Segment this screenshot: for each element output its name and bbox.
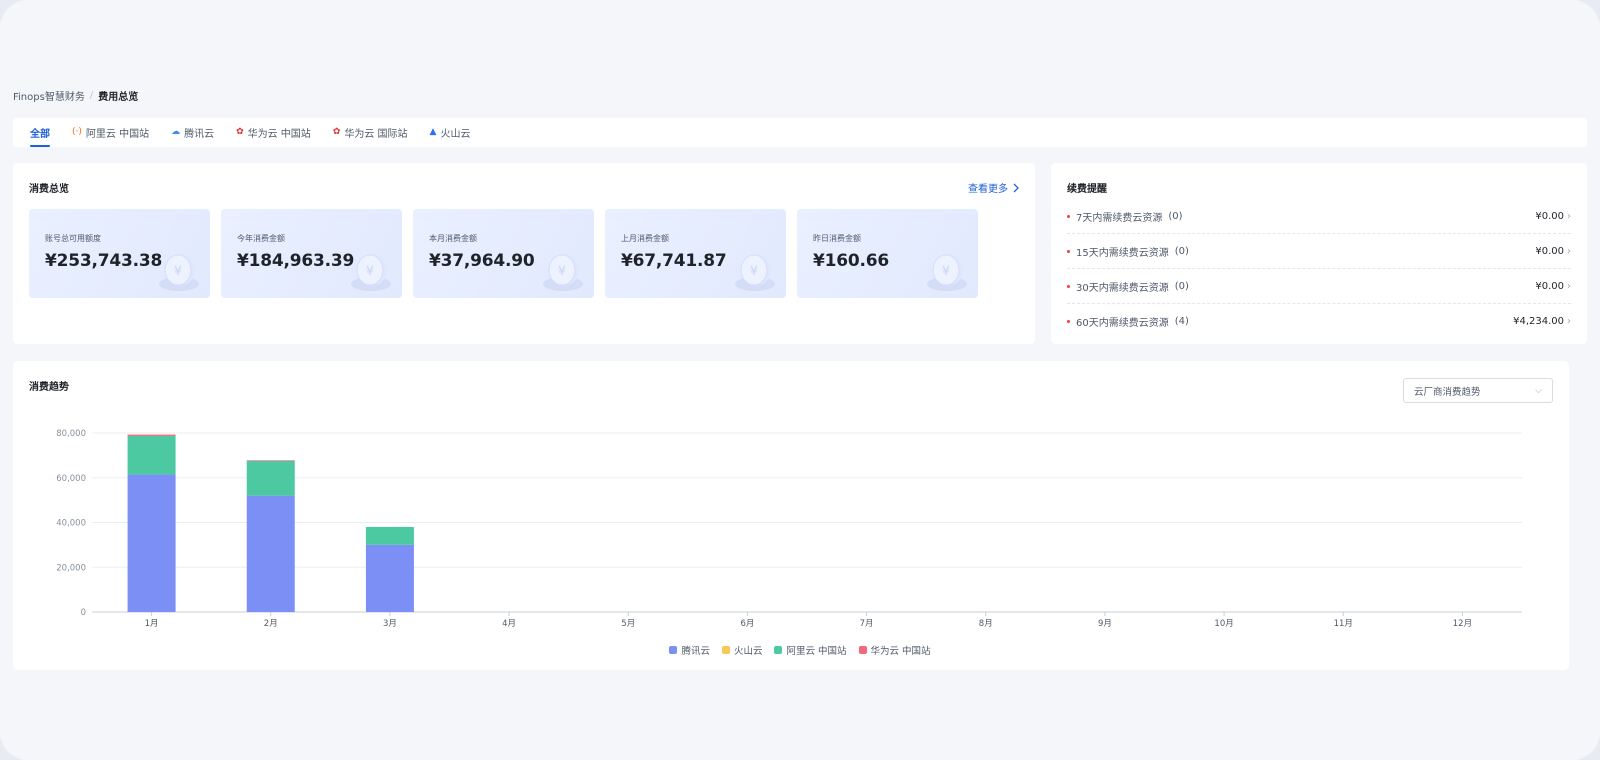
x-tick-label: 7月	[860, 619, 874, 629]
x-tick-label: 3月	[383, 619, 397, 629]
legend-swatch	[669, 646, 678, 654]
x-tick-label: 9月	[1098, 619, 1112, 629]
legend-item[interactable]: 腾讯云	[669, 643, 710, 657]
bar-segment	[365, 526, 414, 545]
legend-item[interactable]: 华为云 中国站	[858, 643, 931, 657]
bar-segment	[127, 435, 176, 475]
x-tick-label: 12月	[1453, 619, 1472, 629]
legend-swatch	[858, 646, 867, 654]
x-tick-label: 2月	[264, 619, 278, 629]
legend-label: 火山云	[733, 646, 763, 657]
x-tick-label: 8月	[979, 619, 993, 629]
chart-legend: 腾讯云 火山云 阿里云 中国站 华为云 中国站	[0, 643, 1600, 657]
legend-item[interactable]: 阿里云 中国站	[774, 643, 847, 657]
y-tick-label: 0	[81, 608, 86, 618]
legend-label: 华为云 中国站	[870, 646, 931, 657]
legend-label: 阿里云 中国站	[786, 646, 847, 657]
bar-segment	[246, 460, 295, 461]
x-tick-label: 1月	[145, 619, 159, 629]
x-tick-label: 5月	[621, 619, 635, 629]
x-tick-label: 10月	[1214, 619, 1233, 629]
bar-segment	[127, 474, 176, 612]
x-tick-label: 6月	[740, 619, 754, 629]
x-tick-label: 4月	[502, 619, 516, 629]
legend-label: 腾讯云	[681, 646, 710, 657]
x-tick-label: 11月	[1334, 619, 1353, 629]
bar-segment	[246, 495, 295, 612]
bar-segment	[365, 544, 414, 612]
bar-segment	[127, 434, 176, 436]
y-tick-label: 40,000	[56, 519, 86, 529]
legend-item[interactable]: 火山云	[721, 643, 763, 657]
legend-swatch	[774, 646, 783, 654]
bar-segment	[246, 460, 295, 496]
y-tick-label: 20,000	[56, 563, 86, 573]
app-frame: Finops智慧财务 / 费用总览 全部 (·) 阿里云 中国站 ☁ 腾讯云 ✿…	[0, 0, 1600, 760]
legend-swatch	[721, 646, 730, 654]
y-tick-label: 80,000	[56, 429, 86, 439]
y-tick-label: 60,000	[56, 474, 86, 484]
